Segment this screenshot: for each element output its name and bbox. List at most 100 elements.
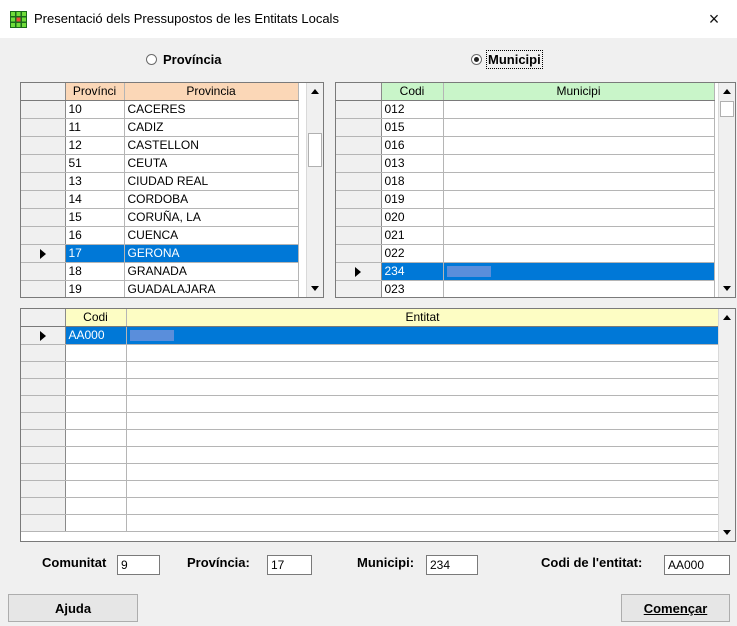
municipi-cell-name[interactable]	[443, 226, 715, 245]
municipi-cell-code[interactable]: 012	[381, 100, 444, 119]
entitat-empty-row[interactable]	[21, 446, 720, 464]
entitat-empty-cell[interactable]	[126, 412, 720, 430]
scroll-down-button[interactable]	[719, 524, 735, 541]
provincia-cell-name[interactable]: CACERES	[124, 100, 299, 119]
entitat-empty-row[interactable]	[21, 412, 720, 430]
municipi-scrollbar[interactable]	[718, 83, 735, 297]
codi-entitat-field[interactable]: AA000	[664, 555, 730, 575]
municipi-row[interactable]: 022	[336, 244, 715, 263]
provincia-cell-code[interactable]: 12	[65, 136, 125, 155]
municipi-cell-name[interactable]	[443, 262, 715, 281]
close-button[interactable]: ×	[691, 0, 737, 38]
entitat-empty-cell[interactable]	[65, 446, 127, 464]
municipi-row[interactable]: 021	[336, 226, 715, 245]
municipi-row[interactable]: 023	[336, 280, 715, 297]
municipi-cell-code[interactable]: 022	[381, 244, 444, 263]
municipi-row-indicator[interactable]	[336, 172, 382, 191]
municipi-cell-name[interactable]	[443, 154, 715, 173]
provincia-row-indicator[interactable]	[21, 280, 66, 297]
municipi-row[interactable]: 018	[336, 172, 715, 191]
entitat-empty-row[interactable]	[21, 429, 720, 447]
entitat-row-indicator[interactable]	[21, 463, 66, 481]
entitat-col-code-header[interactable]: Codi	[65, 309, 127, 327]
municipi-cell-name[interactable]	[443, 118, 715, 137]
radio-municipi[interactable]: Municipi	[471, 50, 543, 69]
provincia-row-indicator[interactable]	[21, 100, 66, 119]
provincia-cell-code[interactable]: 14	[65, 190, 125, 209]
entitat-row-indicator[interactable]	[21, 326, 66, 345]
scroll-down-button[interactable]	[719, 280, 735, 297]
radio-municipi-circle[interactable]	[471, 54, 482, 65]
provincia-row[interactable]: 18 GRANADA	[21, 262, 299, 281]
municipi-cell-name[interactable]	[443, 244, 715, 263]
entitat-empty-row[interactable]	[21, 395, 720, 413]
municipi-row[interactable]: 019	[336, 190, 715, 209]
radio-provincia-circle[interactable]	[146, 54, 157, 65]
municipi-cell-code[interactable]: 020	[381, 208, 444, 227]
municipi-cell-name[interactable]	[443, 280, 715, 297]
entitat-empty-cell[interactable]	[65, 395, 127, 413]
provincia-row-indicator[interactable]	[21, 136, 66, 155]
municipi-row-indicator[interactable]	[336, 154, 382, 173]
entitat-cell-name[interactable]	[126, 326, 720, 345]
provincia-col-code-header[interactable]: Provínci	[65, 83, 125, 101]
entitat-empty-cell[interactable]	[65, 463, 127, 481]
provincia-row-indicator[interactable]	[21, 172, 66, 191]
provincia-row-indicator[interactable]	[21, 262, 66, 281]
ajuda-button[interactable]: Ajuda	[8, 594, 138, 622]
provincia-row[interactable]: 51 CEUTA	[21, 154, 299, 173]
entitat-row[interactable]: AA000	[21, 326, 720, 345]
scroll-up-button[interactable]	[719, 83, 735, 100]
entitat-empty-cell[interactable]	[65, 514, 127, 532]
municipi-grid[interactable]: Codi Municipi 012 015 016 013 018 019 020 021 02…	[335, 82, 736, 298]
entitat-empty-row[interactable]	[21, 497, 720, 515]
municipi-row[interactable]: 020	[336, 208, 715, 227]
provincia-row-indicator[interactable]	[21, 118, 66, 137]
entitat-row-indicator[interactable]	[21, 480, 66, 498]
municipi-col-name-header[interactable]: Municipi	[443, 83, 715, 101]
provincia-cell-name[interactable]: GRANADA	[124, 262, 299, 281]
municipi-cell-code[interactable]: 016	[381, 136, 444, 155]
municipi-row-indicator[interactable]	[336, 208, 382, 227]
entitat-row-indicator[interactable]	[21, 429, 66, 447]
municipi-cell-code[interactable]: 019	[381, 190, 444, 209]
entitat-cell-code[interactable]: AA000	[65, 326, 127, 345]
provincia-row[interactable]: 12 CASTELLON	[21, 136, 299, 155]
scroll-up-button[interactable]	[307, 83, 323, 100]
municipi-row-indicator[interactable]	[336, 118, 382, 137]
municipi-row[interactable]: 013	[336, 154, 715, 173]
provincia-cell-name[interactable]: CASTELLON	[124, 136, 299, 155]
municipi-row-indicator[interactable]	[336, 244, 382, 263]
provincia-row[interactable]: 14 CORDOBA	[21, 190, 299, 209]
entitat-empty-cell[interactable]	[65, 480, 127, 498]
entitat-empty-cell[interactable]	[126, 429, 720, 447]
provincia-cell-code[interactable]: 18	[65, 262, 125, 281]
provincia-cell-code[interactable]: 19	[65, 280, 125, 297]
municipi-row[interactable]: 015	[336, 118, 715, 137]
entitat-empty-cell[interactable]	[65, 378, 127, 396]
entitat-empty-cell[interactable]	[65, 412, 127, 430]
provincia-cell-code[interactable]: 10	[65, 100, 125, 119]
municipi-row[interactable]: 012	[336, 100, 715, 119]
provincia-row[interactable]: 10 CACERES	[21, 100, 299, 119]
provincia-cell-name[interactable]: CADIZ	[124, 118, 299, 137]
municipi-row-indicator[interactable]	[336, 136, 382, 155]
scroll-thumb[interactable]	[308, 133, 322, 167]
municipi-field[interactable]: 234	[426, 555, 478, 575]
provincia-cell-code[interactable]: 16	[65, 226, 125, 245]
provincia-cell-name[interactable]: CIUDAD REAL	[124, 172, 299, 191]
provincia-row-indicator[interactable]	[21, 226, 66, 245]
entitat-scrollbar[interactable]	[718, 309, 735, 541]
provincia-row[interactable]: 11 CADIZ	[21, 118, 299, 137]
scroll-up-button[interactable]	[719, 309, 735, 326]
entitat-empty-cell[interactable]	[126, 514, 720, 532]
entitat-empty-cell[interactable]	[126, 480, 720, 498]
provincia-row[interactable]: 17 GERONA	[21, 244, 299, 263]
provincia-cell-code[interactable]: 17	[65, 244, 125, 263]
scroll-down-button[interactable]	[307, 280, 323, 297]
municipi-row-indicator[interactable]	[336, 100, 382, 119]
entitat-row-indicator[interactable]	[21, 378, 66, 396]
entitat-col-name-header[interactable]: Entitat	[126, 309, 720, 327]
provincia-cell-name[interactable]: CORDOBA	[124, 190, 299, 209]
provincia-col-name-header[interactable]: Provincia	[124, 83, 299, 101]
